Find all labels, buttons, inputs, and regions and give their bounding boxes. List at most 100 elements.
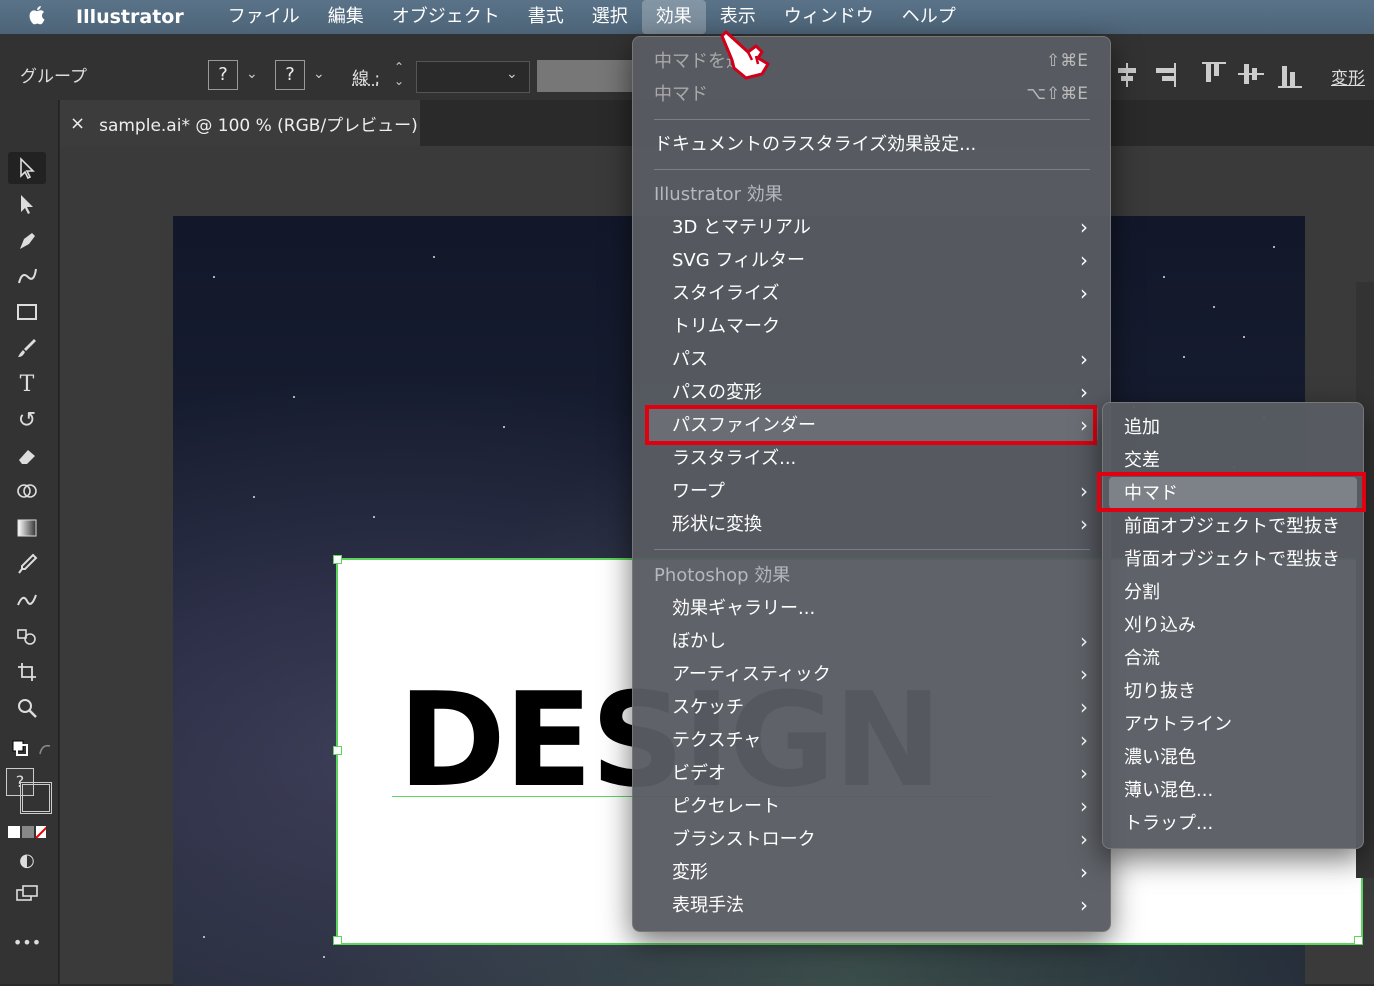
variable-width-profile[interactable]	[537, 60, 632, 92]
menu-item-stylize-photoshop[interactable]: 表現手法 ›	[633, 889, 1110, 922]
eraser-tool-icon[interactable]	[8, 440, 46, 472]
menu-item-artistic[interactable]: アーティスティック ›	[633, 658, 1110, 691]
menu-edit[interactable]: 編集	[314, 0, 378, 34]
document-raster-settings-item[interactable]: ドキュメントのラスタライズ効果設定...	[633, 128, 1110, 161]
tools-panel: T ↺ ? ◐ •••	[0, 100, 59, 984]
stroke-weight-label[interactable]: 線 :	[352, 64, 380, 89]
submenu-item-hard-mix[interactable]: 濃い混色	[1103, 741, 1363, 774]
selection-handle[interactable]	[333, 936, 342, 945]
submenu-arrow-icon: ›	[1080, 728, 1088, 752]
submenu-item-add[interactable]: 追加	[1103, 411, 1363, 444]
blend-tool-icon[interactable]	[8, 584, 46, 616]
submenu-item-trim[interactable]: 刈り込み	[1103, 609, 1363, 642]
menu-item-blur[interactable]: ぼかし ›	[633, 625, 1110, 658]
submenu-item-subtract[interactable]: 前面オブジェクトで型抜き	[1103, 510, 1363, 543]
direct-selection-tool-icon[interactable]	[8, 188, 46, 220]
fill-swatch[interactable]: ?	[208, 60, 238, 90]
submenu-item-divide[interactable]: 分割	[1103, 576, 1363, 609]
menu-select[interactable]: 選択	[578, 0, 642, 34]
curvature-tool-icon[interactable]	[8, 260, 46, 292]
document-title: sample.ai* @ 100 % (RGB/プレビュー)	[99, 115, 418, 136]
submenu-arrow-icon: ›	[1080, 248, 1088, 272]
menu-item-rasterize[interactable]: ラスタライズ...	[633, 442, 1110, 475]
menu-item-video[interactable]: ビデオ ›	[633, 757, 1110, 790]
rectangle-tool-icon[interactable]	[8, 296, 46, 328]
menu-view[interactable]: 表示	[706, 0, 770, 34]
paintbrush-tool-icon[interactable]	[8, 332, 46, 364]
rotate-tool-icon[interactable]: ↺	[8, 404, 46, 436]
apply-last-effect-item[interactable]: 中マドを適用 ⇧⌘E	[633, 45, 1110, 78]
align-icons[interactable]	[1114, 60, 1304, 90]
menu-item-crop-marks[interactable]: トリムマーク	[633, 310, 1110, 343]
shape-builder-tool-icon[interactable]	[8, 476, 46, 508]
fill-dropdown-icon[interactable]: ⌄	[246, 66, 258, 82]
stroke-dropdown-icon[interactable]: ⌄	[313, 66, 325, 82]
pathfinder-submenu: 追加 交差 中マド 前面オブジェクトで型抜き 背面オブジェクトで型抜き 分割 刈…	[1102, 402, 1364, 849]
submenu-item-merge[interactable]: 合流	[1103, 642, 1363, 675]
submenu-item-outline[interactable]: アウトライン	[1103, 708, 1363, 741]
symbol-sprayer-tool-icon[interactable]	[8, 620, 46, 652]
menu-item-brush-strokes[interactable]: ブラシストローク ›	[633, 823, 1110, 856]
submenu-arrow-icon: ›	[1080, 215, 1088, 239]
selection-handle[interactable]	[1354, 936, 1363, 945]
submenu-arrow-icon: ›	[1080, 794, 1088, 818]
menu-item-convert-to-shape[interactable]: 形状に変換 ›	[633, 508, 1110, 541]
menu-file[interactable]: ファイル	[214, 0, 314, 34]
menu-item-svg-filters[interactable]: SVG フィルター ›	[633, 244, 1110, 277]
menu-window[interactable]: ウィンドウ	[770, 0, 888, 34]
submenu-arrow-icon: ›	[1080, 695, 1088, 719]
menu-help[interactable]: ヘルプ	[888, 0, 970, 34]
eyedropper-tool-icon[interactable]	[8, 548, 46, 580]
menu-item-stylize[interactable]: スタイライズ ›	[633, 277, 1110, 310]
shortcut-text: ⌥⇧⌘E	[1026, 84, 1088, 104]
selection-handle[interactable]	[333, 555, 342, 564]
more-tools-icon[interactable]: •••	[8, 926, 46, 958]
transform-panel-link[interactable]: 変形	[1331, 64, 1365, 89]
menu-item-sketch[interactable]: スケッチ ›	[633, 691, 1110, 724]
submenu-item-crop[interactable]: 切り抜き	[1103, 675, 1363, 708]
shortcut-text: ⇧⌘E	[1046, 51, 1088, 71]
swap-fill-stroke-icon[interactable]	[8, 732, 56, 764]
close-tab-icon[interactable]: ×	[70, 113, 85, 134]
app-name[interactable]: Illustrator	[76, 6, 184, 28]
menu-item-warp[interactable]: ワープ ›	[633, 475, 1110, 508]
menu-bar: Illustrator ファイル 編集 オブジェクト 書式 選択 効果 表示 ウ…	[0, 0, 1374, 34]
exclude-highlight-box	[1097, 472, 1366, 512]
menu-object[interactable]: オブジェクト	[378, 0, 514, 34]
gradient-tool-icon[interactable]	[8, 512, 46, 544]
menu-type[interactable]: 書式	[514, 0, 578, 34]
menu-effect[interactable]: 効果	[641, 0, 706, 34]
pathfinder-highlight-box	[645, 405, 1097, 445]
submenu-item-trap[interactable]: トラップ...	[1103, 807, 1363, 840]
drawing-mode-icon[interactable]: ◐	[8, 844, 46, 876]
submenu-arrow-icon: ›	[1080, 662, 1088, 686]
artboard-tool-icon[interactable]	[8, 656, 46, 688]
type-tool-icon[interactable]: T	[8, 368, 46, 400]
stroke-stepper-icon[interactable]: ⌃ ⌄	[394, 60, 404, 88]
stroke-weight-dropdown-icon[interactable]: ⌄	[506, 66, 518, 82]
zoom-tool-icon[interactable]	[8, 692, 46, 724]
submenu-item-soft-mix[interactable]: 薄い混色...	[1103, 774, 1363, 807]
menu-item-path[interactable]: パス ›	[633, 343, 1110, 376]
selection-handle[interactable]	[333, 746, 342, 755]
illustrator-effects-header: Illustrator 効果	[654, 184, 783, 205]
fill-stroke-indicator[interactable]: ?	[6, 768, 52, 814]
menu-item-distort[interactable]: 変形 ›	[633, 856, 1110, 889]
menu-item-pixelate[interactable]: ピクセレート ›	[633, 790, 1110, 823]
photoshop-effects-header: Photoshop 効果	[654, 565, 791, 586]
submenu-arrow-icon: ›	[1080, 479, 1088, 503]
pen-tool-icon[interactable]	[8, 224, 46, 256]
menu-item-texture[interactable]: テクスチャ ›	[633, 724, 1110, 757]
stroke-swatch[interactable]: ?	[275, 60, 305, 90]
submenu-arrow-icon: ›	[1080, 512, 1088, 536]
stroke-indicator[interactable]	[20, 782, 52, 814]
submenu-item-minus-back[interactable]: 背面オブジェクトで型抜き	[1103, 543, 1363, 576]
submenu-arrow-icon: ›	[1080, 761, 1088, 785]
apple-icon[interactable]	[0, 4, 76, 31]
screen-mode-icon[interactable]	[8, 878, 46, 910]
last-effect-item[interactable]: 中マド ⌥⇧⌘E	[633, 78, 1110, 111]
selection-tool-icon[interactable]	[8, 152, 46, 184]
menu-item-3d-materials[interactable]: 3D とマテリアル ›	[633, 211, 1110, 244]
menu-item-effect-gallery[interactable]: 効果ギャラリー...	[633, 592, 1110, 625]
document-tab[interactable]: × sample.ai* @ 100 % (RGB/プレビュー)	[60, 100, 420, 146]
